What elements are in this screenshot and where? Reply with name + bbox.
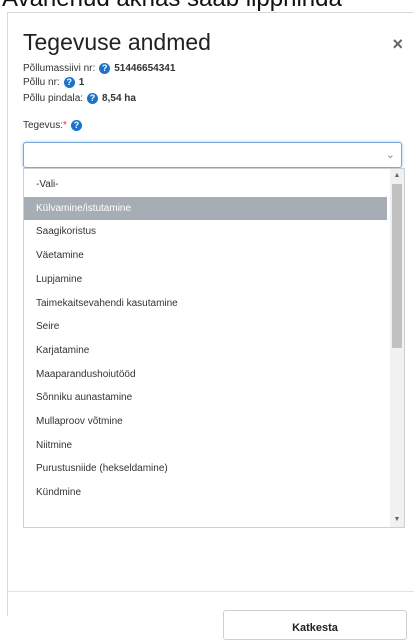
field-number-row: Põllumassiivi nr: ? 51446654341	[23, 63, 175, 74]
required-mark: *	[63, 120, 67, 131]
help-icon[interactable]: ?	[87, 93, 99, 104]
activity-options-list: -Vali- Külvamine/istutamine Saagikoristus V…	[23, 168, 405, 528]
activity-option[interactable]: Karjatamine	[24, 339, 387, 362]
plot-area-row: Põllu pindala: ? 8,54 ha	[23, 93, 136, 104]
help-icon[interactable]: ?	[70, 120, 82, 131]
plot-area-label: Põllu pindala:	[23, 93, 84, 104]
help-icon[interactable]: ?	[63, 77, 75, 88]
activity-option[interactable]: Sõnniku aunastamine	[24, 386, 387, 409]
activity-option[interactable]: Purustusniide (hekseldamine)	[24, 457, 387, 480]
activity-option[interactable]: Väetamine	[24, 244, 387, 267]
plot-number-value: 1	[78, 77, 85, 88]
activity-option[interactable]: Kündmine	[24, 481, 387, 504]
activity-option[interactable]: Taimekaitsevahendi kasutamine	[24, 292, 387, 315]
scroll-up-arrow-icon[interactable]: ▲	[390, 169, 404, 183]
field-number-value: 51446654341	[114, 63, 176, 74]
footer-divider	[8, 591, 414, 592]
activity-option[interactable]: Seire	[24, 315, 387, 338]
activity-label: Tegevus:	[23, 120, 64, 131]
plot-number-row: Põllu nr: ? 1	[23, 77, 84, 88]
activity-option[interactable]: Maaparandushoiutööd	[24, 363, 387, 386]
activity-select[interactable]: ⌄	[23, 142, 402, 168]
dialog-title: Tegevuse andmed	[23, 29, 211, 55]
activity-label-row: Tegevus: * ?	[23, 120, 82, 131]
activity-dialog: Tegevuse andmed × Põllumassiivi nr: ? 51…	[7, 12, 414, 640]
background-page-text: Avanenud aknas saab lipphinda	[0, 0, 414, 12]
field-number-label: Põllumassiivi nr:	[23, 63, 96, 74]
plot-number-label: Põllu nr:	[23, 77, 60, 88]
close-icon[interactable]: ×	[392, 35, 403, 53]
scroll-down-arrow-icon[interactable]: ▼	[390, 513, 404, 527]
scrollbar[interactable]: ▲ ▼	[390, 169, 404, 527]
activity-option[interactable]: Saagikoristus	[24, 220, 387, 243]
chevron-down-icon[interactable]: ⌄	[386, 148, 395, 161]
scroll-thumb[interactable]	[392, 184, 402, 348]
activity-option[interactable]: -Vali-	[24, 173, 387, 196]
plot-area-value: 8,54 ha	[102, 93, 136, 104]
activity-option[interactable]: Lupjamine	[24, 268, 387, 291]
activity-option[interactable]: Niitmine	[24, 434, 387, 457]
activity-option[interactable]: Mullaproov võtmine	[24, 410, 387, 433]
background-heading: Avanenud aknas saab lipphinda	[2, 0, 342, 12]
help-icon[interactable]: ?	[99, 63, 111, 74]
activity-option[interactable]: Külvamine/istutamine	[24, 196, 387, 220]
